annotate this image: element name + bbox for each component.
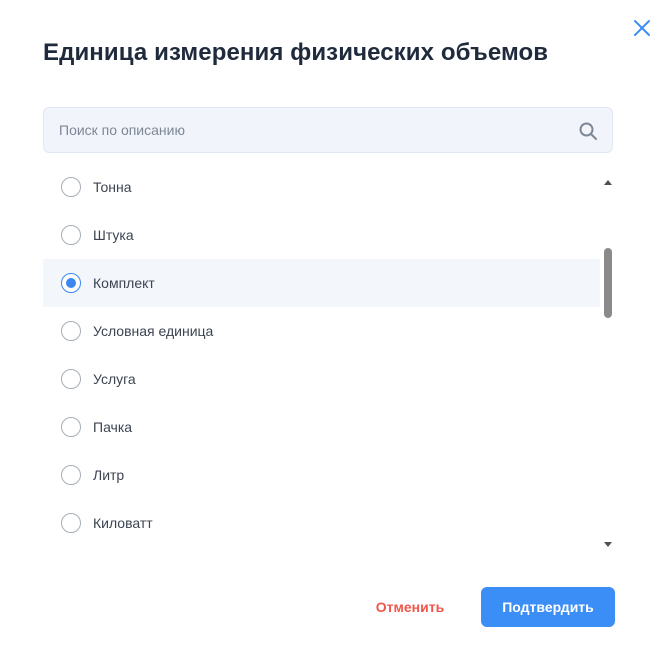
options-list: Тонна Штука Комплект Условная единица Ус…: [43, 163, 616, 553]
close-icon: [634, 20, 650, 36]
unit-select-dialog: Единица измерения физических объемов Тон…: [0, 0, 659, 656]
radio-button[interactable]: [61, 465, 81, 485]
cancel-button[interactable]: Отменить: [362, 588, 458, 626]
radio-button[interactable]: [61, 513, 81, 533]
dialog-title: Единица измерения физических объемов: [43, 39, 549, 66]
list-item-label: Пачка: [93, 419, 133, 435]
list-item[interactable]: Штука: [43, 211, 600, 259]
search-box: [43, 107, 613, 153]
list-item[interactable]: Пачка: [43, 403, 600, 451]
scrollbar-thumb[interactable]: [604, 248, 612, 318]
list-item-label: Литр: [93, 467, 125, 483]
scrollbar[interactable]: [601, 177, 615, 549]
list-item[interactable]: Литр: [43, 451, 600, 499]
radio-button[interactable]: [61, 177, 81, 197]
radio-button[interactable]: [61, 417, 81, 437]
scroll-down-arrow-icon[interactable]: [604, 542, 612, 547]
list-item-label: Киловатт: [93, 515, 153, 531]
list-item[interactable]: Комплект: [43, 259, 600, 307]
scroll-up-arrow-icon[interactable]: [604, 180, 612, 185]
search-icon[interactable]: [578, 121, 598, 141]
radio-button[interactable]: [61, 225, 81, 245]
list-item-label: Условная единица: [93, 323, 214, 339]
radio-button[interactable]: [61, 273, 81, 293]
list-item[interactable]: Услуга: [43, 355, 600, 403]
list-item[interactable]: Киловатт: [43, 499, 600, 547]
options-list-content: Тонна Штука Комплект Условная единица Ус…: [43, 163, 600, 553]
list-item[interactable]: Тонна: [43, 163, 600, 211]
list-item[interactable]: Условная единица: [43, 307, 600, 355]
confirm-button[interactable]: Подтвердить: [481, 587, 615, 627]
radio-button[interactable]: [61, 321, 81, 341]
list-item-label: Штука: [93, 227, 134, 243]
radio-button[interactable]: [61, 369, 81, 389]
close-button[interactable]: [631, 17, 653, 39]
list-item-label: Комплект: [93, 275, 155, 291]
list-item-label: Услуга: [93, 371, 136, 387]
search-input[interactable]: [44, 108, 564, 152]
list-item-label: Тонна: [93, 179, 132, 195]
